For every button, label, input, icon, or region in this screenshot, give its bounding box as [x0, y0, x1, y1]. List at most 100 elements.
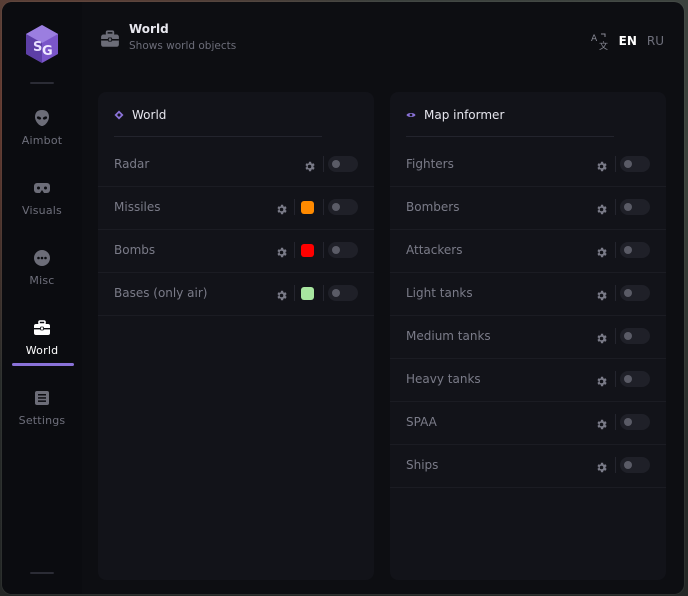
- gear-icon[interactable]: [595, 287, 608, 301]
- toggle-knob: [332, 246, 340, 254]
- svg-text:G: G: [42, 44, 53, 59]
- bases-toggle[interactable]: [328, 285, 358, 301]
- toggle-knob: [624, 418, 632, 426]
- panel-header: Map informer: [406, 104, 504, 126]
- toggle-knob: [624, 461, 632, 469]
- missiles-toggle[interactable]: [328, 199, 358, 215]
- option-row-heavy-tanks: Heavy tanks: [390, 359, 666, 402]
- missiles-color-swatch[interactable]: [301, 201, 314, 214]
- spaa-toggle[interactable]: [620, 414, 650, 430]
- option-row-light-tanks: Light tanks: [390, 273, 666, 316]
- option-row-bombs: Bombs: [98, 230, 374, 273]
- bombers-toggle[interactable]: [620, 199, 650, 215]
- medium-tanks-toggle[interactable]: [620, 328, 650, 344]
- divider: [615, 285, 616, 301]
- logo: S G: [24, 24, 60, 64]
- toggle-knob: [624, 289, 632, 297]
- light-tanks-toggle[interactable]: [620, 285, 650, 301]
- sidebar-item-visuals[interactable]: Visuals: [10, 172, 74, 228]
- panel-title: Map informer: [424, 108, 505, 122]
- sidebar-item-world[interactable]: World: [10, 312, 74, 368]
- divider: [615, 242, 616, 258]
- gear-icon[interactable]: [303, 158, 316, 172]
- gear-icon[interactable]: [595, 330, 608, 344]
- divider: [323, 156, 324, 172]
- list-settings-icon: [32, 388, 52, 408]
- sidebar-item-aimbot[interactable]: Aimbot: [10, 102, 74, 158]
- briefcase-icon: [100, 30, 120, 48]
- vr-goggles-icon: [32, 178, 52, 198]
- toggle-knob: [332, 203, 340, 211]
- cheat-menu-window: S G Aimbot Visuals Misc World Settings W…: [2, 2, 684, 594]
- heavy-tanks-toggle[interactable]: [620, 371, 650, 387]
- gear-icon[interactable]: [275, 201, 288, 215]
- option-label: Bases (only air): [114, 286, 208, 300]
- translate-icon[interactable]: A 文: [591, 32, 609, 52]
- option-row-missiles: Missiles: [98, 187, 374, 230]
- gear-icon[interactable]: [595, 158, 608, 172]
- divider: [294, 242, 295, 258]
- divider: [615, 199, 616, 215]
- divider: [615, 457, 616, 473]
- world-panel: World Radar Missiles Bombs Bases (only a…: [98, 92, 374, 580]
- option-label: Light tanks: [406, 286, 473, 300]
- sidebar-item-settings[interactable]: Settings: [10, 382, 74, 438]
- sidebar-item-label: Misc: [29, 274, 55, 287]
- sidebar-item-label: Settings: [18, 414, 66, 427]
- map-informer-panel: Map informer Fighters Bombers Attackers Lig…: [390, 92, 666, 580]
- diamond-icon: [114, 110, 124, 120]
- gear-icon[interactable]: [595, 244, 608, 258]
- svg-text:A: A: [591, 34, 598, 44]
- sidebar-item-label: World: [25, 344, 59, 357]
- eye-icon: [406, 110, 416, 120]
- divider: [323, 242, 324, 258]
- lang-ru-button[interactable]: RU: [647, 34, 664, 48]
- gear-icon[interactable]: [595, 459, 608, 473]
- option-row-attackers: Attackers: [390, 230, 666, 273]
- panel-header: World: [114, 104, 166, 126]
- map-informer-option-list: Fighters Bombers Attackers Light tanks Mediu…: [390, 144, 666, 488]
- fighters-toggle[interactable]: [620, 156, 650, 172]
- bombs-toggle[interactable]: [328, 242, 358, 258]
- divider: [323, 285, 324, 301]
- gear-icon[interactable]: [595, 201, 608, 215]
- lang-en-button[interactable]: EN: [619, 34, 637, 48]
- option-row-spaa: SPAA: [390, 402, 666, 445]
- option-label: Missiles: [114, 200, 161, 214]
- sidebar-item-misc[interactable]: Misc: [10, 242, 74, 298]
- toggle-knob: [332, 160, 340, 168]
- option-row-bases: Bases (only air): [98, 273, 374, 316]
- alien-icon: [32, 108, 52, 128]
- dots-bubble-icon: [32, 248, 52, 268]
- ships-toggle[interactable]: [620, 457, 650, 473]
- divider: [615, 156, 616, 172]
- sidebar: S G Aimbot Visuals Misc World Settings: [2, 2, 82, 594]
- radar-toggle[interactable]: [328, 156, 358, 172]
- toggle-knob: [624, 160, 632, 168]
- gear-icon[interactable]: [595, 373, 608, 387]
- bases-color-swatch[interactable]: [301, 287, 314, 300]
- gear-icon[interactable]: [595, 416, 608, 430]
- option-label: Bombs: [114, 243, 156, 257]
- toggle-knob: [624, 246, 632, 254]
- toggle-knob: [624, 203, 632, 211]
- option-label: Attackers: [406, 243, 463, 257]
- svg-text:文: 文: [599, 40, 608, 50]
- briefcase-icon: [32, 318, 52, 338]
- option-row-medium-tanks: Medium tanks: [390, 316, 666, 359]
- bombs-color-swatch[interactable]: [301, 244, 314, 257]
- language-switcher: A 文 EN RU: [591, 32, 664, 52]
- option-label: Heavy tanks: [406, 372, 481, 386]
- attackers-toggle[interactable]: [620, 242, 650, 258]
- option-row-fighters: Fighters: [390, 144, 666, 187]
- option-label: Fighters: [406, 157, 454, 171]
- sidebar-divider-top: [30, 82, 54, 84]
- toggle-knob: [624, 332, 632, 340]
- gear-icon[interactable]: [275, 287, 288, 301]
- page-subtitle: Shows world objects: [129, 40, 237, 52]
- option-row-radar: Radar: [98, 144, 374, 187]
- divider: [615, 371, 616, 387]
- gear-icon[interactable]: [275, 244, 288, 258]
- active-indicator: [12, 363, 74, 366]
- option-label: Medium tanks: [406, 329, 491, 343]
